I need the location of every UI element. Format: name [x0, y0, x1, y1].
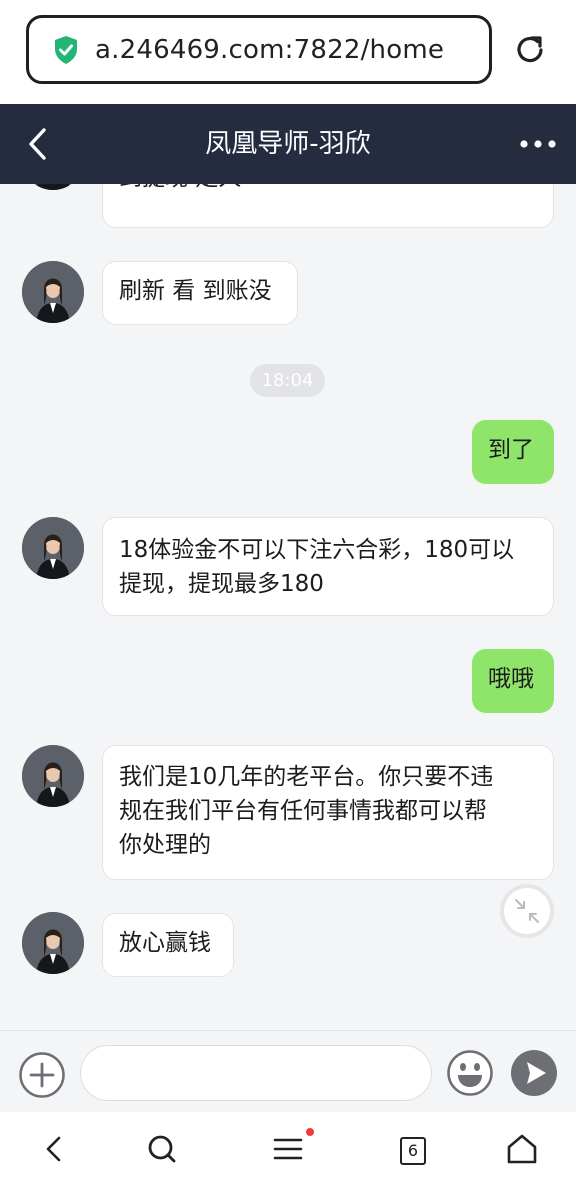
message-text: 到了: [488, 437, 534, 463]
message-bubble[interactable]: 到提现 走人: [102, 184, 554, 228]
reload-icon[interactable]: [512, 32, 548, 68]
message-line: 我们是10几年的老平台。你只要不违: [119, 764, 494, 790]
collapse-arrows-icon: [515, 899, 539, 923]
message-text: 刷新 看 到账没: [119, 278, 272, 304]
agent-avatar[interactable]: [22, 517, 84, 579]
my-message-bubble[interactable]: 到了: [472, 420, 554, 484]
message-input-bar: [0, 1030, 576, 1112]
chat-title: 凤凰导师-羽欣: [205, 129, 371, 159]
agent-avatar[interactable]: [22, 184, 84, 190]
avatar-image: [22, 745, 84, 807]
message-line: 你处理的: [119, 832, 211, 858]
message-line: 提现，提现最多180: [119, 571, 324, 597]
avatar-image: [22, 912, 84, 974]
emoji-icon[interactable]: [446, 1049, 494, 1097]
avatar-image: [22, 517, 84, 579]
more-dots-icon[interactable]: [518, 136, 558, 152]
home-icon[interactable]: [505, 1132, 539, 1166]
avatar-image: [22, 261, 84, 323]
message-line: 规在我们平台有任何事情我都可以帮: [119, 798, 487, 824]
url-text: a.246469.com:7822/home: [95, 34, 445, 65]
message-input[interactable]: [80, 1045, 432, 1101]
back-icon[interactable]: [38, 1132, 72, 1166]
message-bubble[interactable]: 18体验金不可以下注六合彩，180可以 提现，提现最多180: [102, 517, 554, 616]
agent-avatar[interactable]: [22, 912, 84, 974]
browser-bottom-nav: [0, 1112, 576, 1189]
agent-avatar[interactable]: [22, 261, 84, 323]
collapse-button[interactable]: [500, 884, 554, 938]
my-message-bubble[interactable]: 哦哦: [472, 649, 554, 713]
address-bar[interactable]: a.246469.com:7822/home: [26, 15, 492, 84]
timestamp-divider: 18:04: [250, 364, 325, 397]
chat-message-list[interactable]: 到提现 走人 刷新 看 到账没 18:04 到了 18体验金不可以下注六合彩，1…: [0, 184, 576, 1030]
message-text: 放心赢钱: [119, 930, 211, 956]
plus-circle-icon[interactable]: [18, 1051, 66, 1099]
notification-dot: [306, 1128, 314, 1136]
browser-toolbar: a.246469.com:7822/home: [0, 0, 576, 104]
agent-avatar[interactable]: [22, 745, 84, 807]
message-text: 哦哦: [488, 666, 534, 692]
message-bubble[interactable]: 我们是10几年的老平台。你只要不违 规在我们平台有任何事情我都可以帮 你处理的: [102, 745, 554, 880]
avatar-image: [22, 184, 84, 190]
search-icon[interactable]: [145, 1132, 179, 1166]
message-text: 到提现 走人: [119, 184, 241, 195]
message-bubble[interactable]: 放心赢钱: [102, 913, 234, 977]
send-icon[interactable]: [510, 1049, 558, 1097]
menu-icon[interactable]: [271, 1132, 305, 1166]
message-bubble[interactable]: 刷新 看 到账没: [102, 261, 298, 325]
chat-header: 凤凰导师-羽欣: [0, 104, 576, 184]
message-line: 18体验金不可以下注六合彩，180可以: [119, 537, 515, 563]
tabs-icon[interactable]: 6: [400, 1137, 426, 1165]
shield-check-icon: [55, 35, 77, 64]
